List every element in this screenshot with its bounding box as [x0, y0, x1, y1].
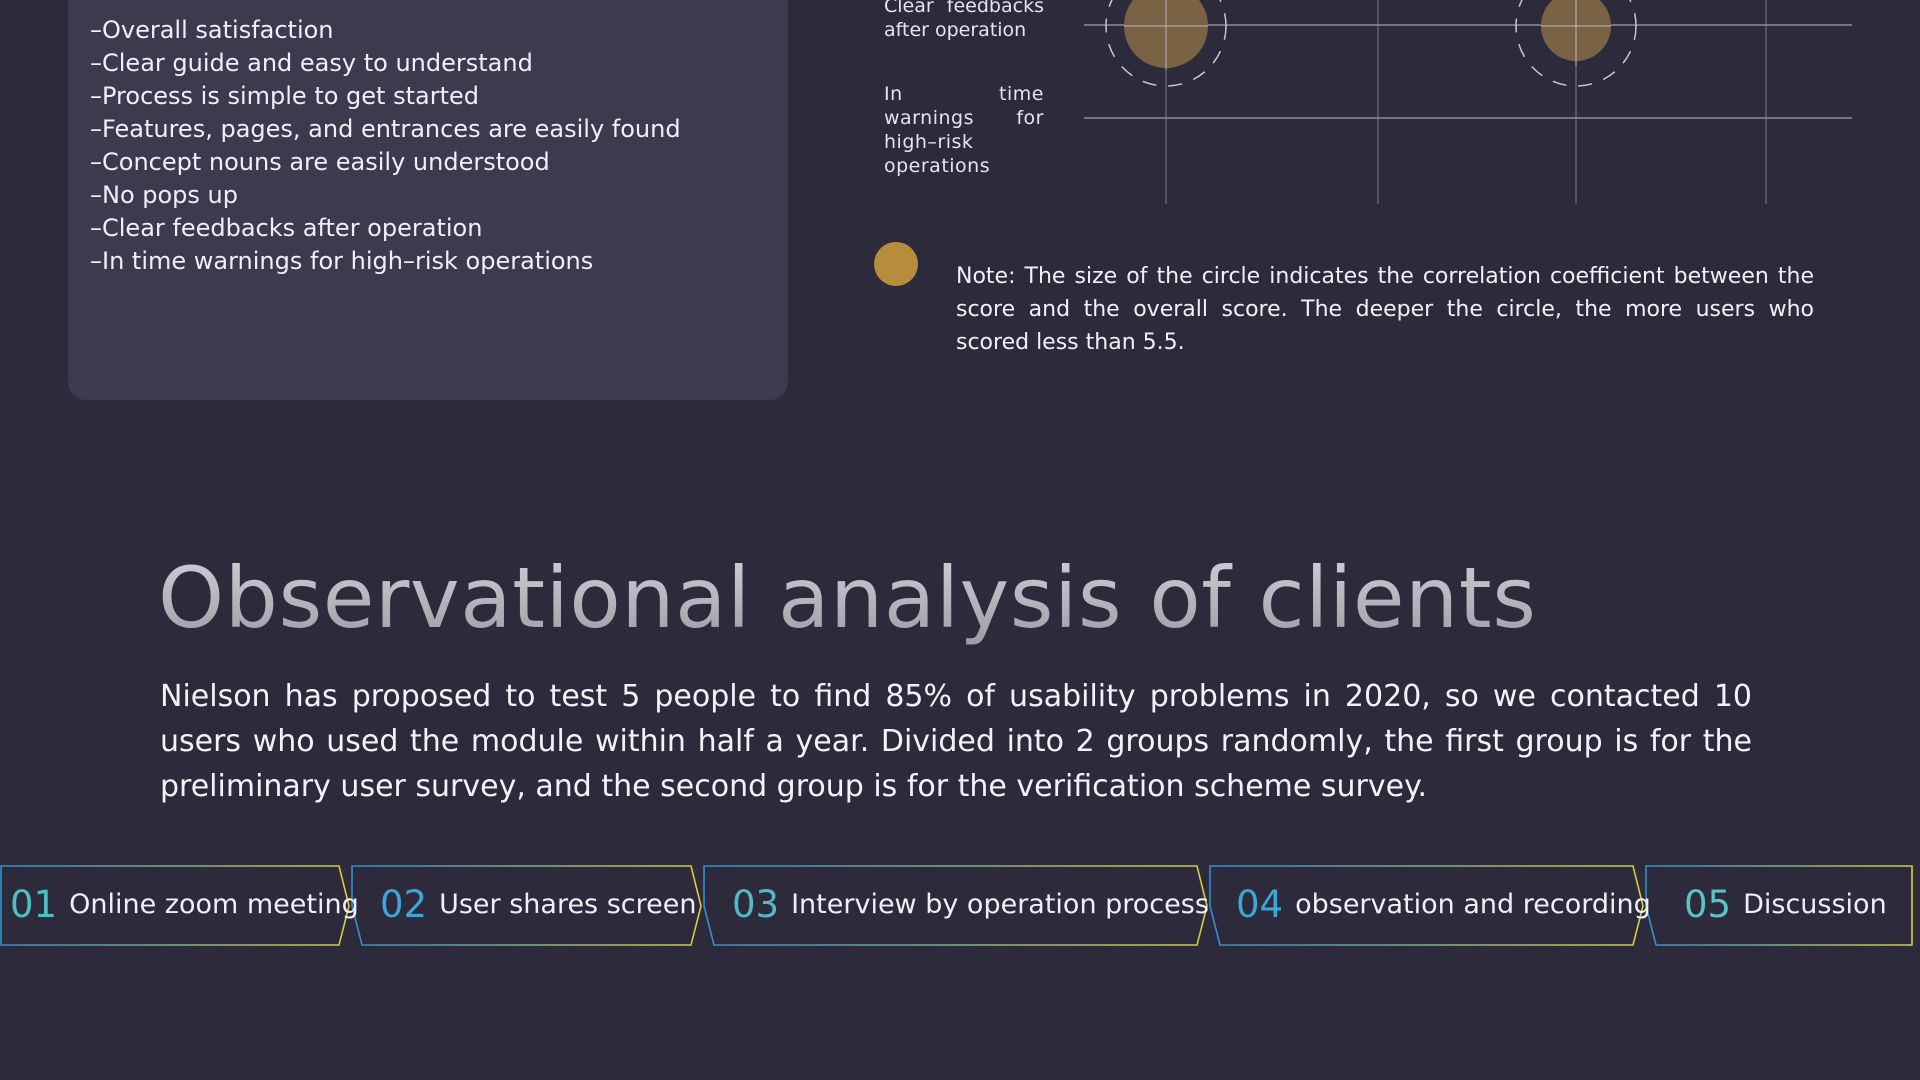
step-5: 05 Discussion [1684, 864, 1887, 944]
criteria-item: –Clear feedbacks after operation [90, 214, 483, 242]
step-number: 02 [380, 882, 428, 926]
step-2: 02 User shares screen [380, 864, 696, 944]
matrix-row-label: Clear feedbacks after operation [884, 0, 1044, 41]
step-1: 01 Online zoom meeting [10, 864, 359, 944]
step-label: Discussion [1743, 888, 1887, 920]
step-label: observation and recording [1295, 888, 1651, 920]
section-title: Observational analysis of clients [158, 549, 1537, 647]
step-3: 03 Interview by operation process [732, 864, 1209, 944]
step-number: 03 [732, 882, 780, 926]
step-label: Online zoom meeting [69, 888, 359, 920]
step-label: User shares screen [439, 888, 697, 920]
step-number: 04 [1236, 882, 1284, 926]
intro-paragraph: Nielson has proposed to test 5 people to… [160, 679, 1752, 804]
step-number: 05 [1684, 882, 1732, 926]
legend-circle [874, 242, 918, 286]
step-number: 01 [10, 882, 58, 926]
legend-note: Note: The size of the circle indicates t… [956, 264, 1814, 355]
criteria-item: –In time warnings for high–risk operatio… [90, 247, 594, 275]
step-4: 04 observation and recording [1236, 864, 1651, 944]
matrix-row-label: In time warnings for high–risk operation… [884, 83, 1044, 177]
step-label: Interview by operation process [791, 888, 1209, 920]
